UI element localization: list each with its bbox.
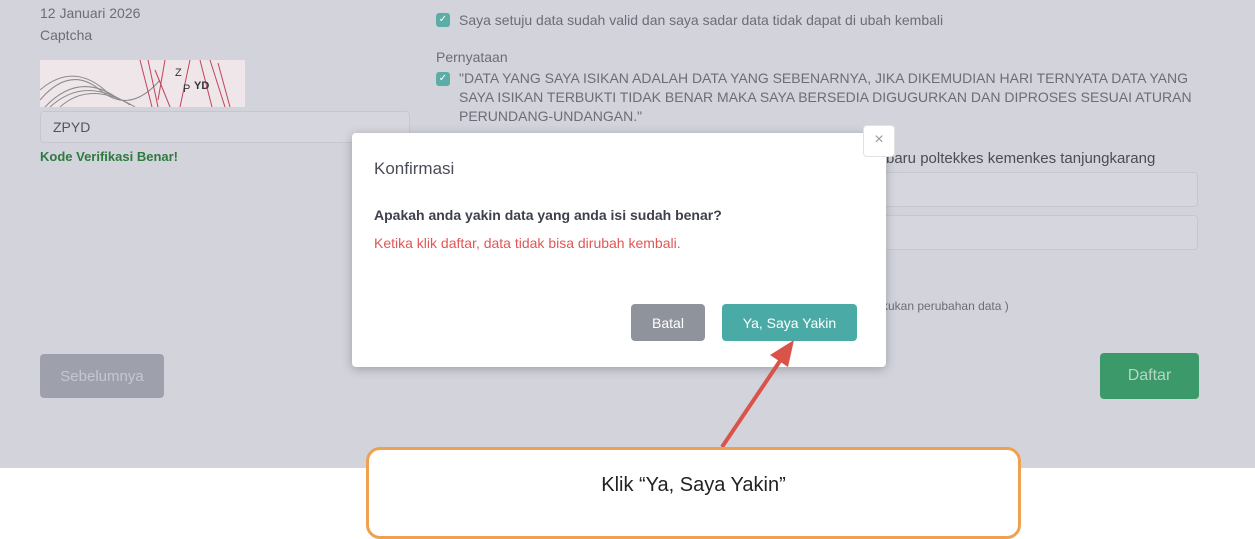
callout-text: Klik “Ya, Saya Yakin”	[601, 474, 786, 496]
instruction-callout: Klik “Ya, Saya Yakin”	[366, 447, 1021, 539]
